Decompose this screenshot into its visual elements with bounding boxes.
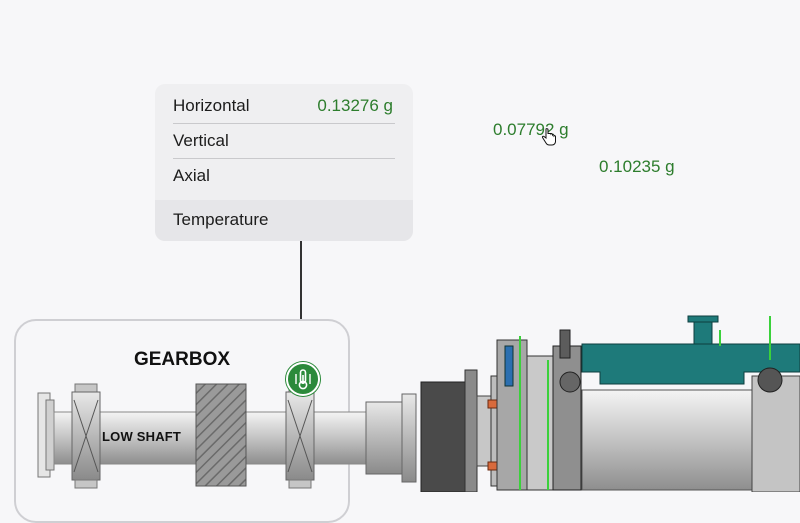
low-shaft-label: LOW SHAFT bbox=[102, 429, 182, 444]
low-shaft-assembly bbox=[37, 383, 417, 489]
motor-assembly bbox=[420, 315, 800, 492]
thermometer-sensor-icon[interactable] bbox=[286, 362, 320, 396]
machine-diagram bbox=[37, 315, 800, 492]
